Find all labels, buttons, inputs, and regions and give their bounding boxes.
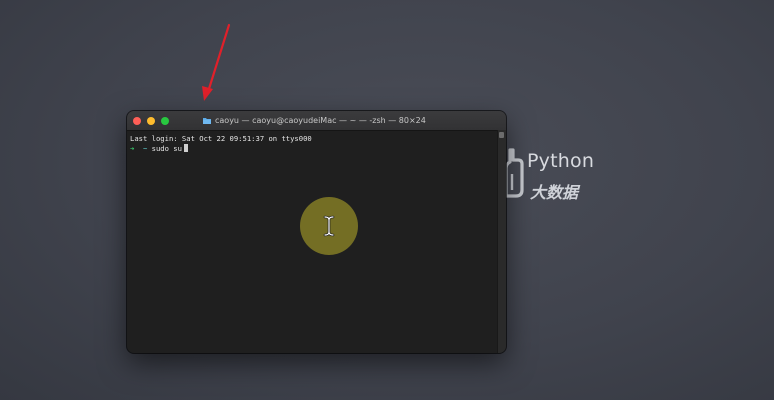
prompt-line[interactable]: ➜ ~ sudo su [130, 143, 503, 154]
window-title-text: caoyu — caoyu@caoyudeiMac — ~ — -zsh — 8… [215, 116, 426, 125]
command-text: sudo su [151, 143, 182, 153]
terminal-window[interactable]: caoyu — caoyu@caoyudeiMac — ~ — -zsh — 8… [127, 111, 506, 353]
last-login-line: Last login: Sat Oct 22 09:51:37 on ttys0… [130, 134, 312, 143]
prompt-directory: ~ [142, 143, 148, 153]
watermark-text-python: Python [527, 150, 595, 172]
window-titlebar[interactable]: caoyu — caoyu@caoyudeiMac — ~ — -zsh — 8… [127, 111, 506, 131]
zoom-window-button[interactable] [161, 116, 169, 125]
window-title: caoyu — caoyu@caoyudeiMac — ~ — -zsh — 8… [203, 111, 426, 130]
watermark-text-bigdata: 大数据 [530, 183, 579, 202]
watermark-logo: Python 大数据 [504, 146, 614, 206]
desktop: Python 大数据 caoyu — caoyu@caoyudeiMac — ~… [0, 0, 774, 400]
close-window-button[interactable] [133, 116, 141, 125]
vertical-scrollbar[interactable] [497, 130, 506, 353]
ibeam-cursor-icon [323, 215, 335, 237]
traffic-lights [133, 116, 169, 125]
watermark-hand-icon [504, 148, 524, 198]
folder-icon [203, 118, 211, 124]
scrollbar-thumb[interactable] [499, 132, 504, 138]
click-highlight [300, 197, 358, 255]
text-cursor [183, 143, 188, 152]
prompt-arrow-icon: ➜ [130, 143, 135, 153]
minimize-window-button[interactable] [147, 116, 155, 125]
terminal-content[interactable]: Last login: Sat Oct 22 09:51:37 on ttys0… [127, 131, 506, 353]
